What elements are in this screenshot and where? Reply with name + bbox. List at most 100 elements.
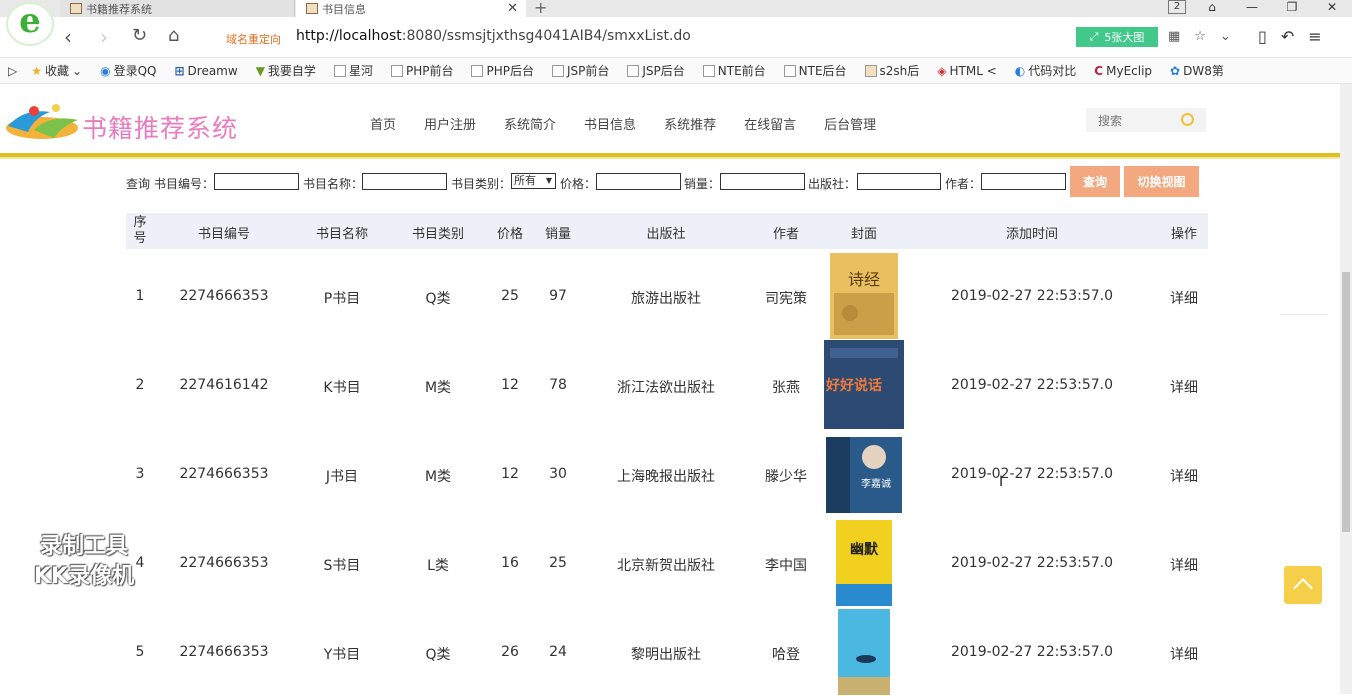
cell-author: 司宪策	[765, 291, 807, 307]
book-no-input[interactable]	[214, 173, 299, 190]
col-header-book-name: 书目名称	[315, 227, 368, 242]
bookmark-item[interactable]: JSP后台	[627, 62, 685, 79]
undo-icon[interactable]: ↶	[1281, 27, 1294, 46]
col-header-publisher: 出版社	[646, 227, 686, 242]
query-prefix-label: 查询	[126, 177, 151, 191]
cell-book-no: 2274666353	[179, 288, 269, 304]
big-images-button[interactable]: ⤢ 5张大图	[1076, 27, 1158, 47]
scrollbar-thumb[interactable]	[1342, 272, 1350, 532]
sidebar-toggle-icon[interactable]: ▷	[8, 64, 17, 78]
bookmark-item[interactable]: C MyEclip	[1094, 64, 1152, 78]
site-header: 书籍推荐系统 首页 用户注册 系统简介 书目信息 系统推荐 在线留言 后台管理 …	[0, 84, 1340, 154]
bookmark-favorites[interactable]: ★ 收藏 ⌄	[31, 62, 82, 79]
search-icon[interactable]	[1181, 113, 1194, 126]
book-name-label: 书目名称：	[303, 177, 364, 191]
close-tab-icon[interactable]: ✕	[507, 1, 518, 16]
cell-type: M类	[424, 469, 452, 485]
nav-recommend[interactable]: 系统推荐	[664, 114, 716, 133]
nav-register[interactable]: 用户注册	[424, 114, 476, 133]
cell-type: M类	[424, 380, 452, 396]
bookmark-item[interactable]: JSP前台	[551, 62, 609, 79]
reader-icon[interactable]: ▯	[1258, 27, 1267, 46]
book-type-select[interactable]: 所有 ▼	[511, 173, 556, 189]
col-header-author: 作者	[772, 227, 799, 242]
price-input[interactable]	[596, 173, 681, 190]
page-icon	[70, 3, 82, 14]
new-tab-icon[interactable]: +	[534, 0, 547, 17]
search-button[interactable]: 查询	[1070, 166, 1120, 197]
author-input[interactable]	[981, 173, 1066, 190]
table-row: 5 2274666353 Y书目 Q类 26 24 黎明出版社 哈登 2019-…	[126, 607, 1208, 696]
back-icon[interactable]: ‹	[64, 25, 72, 49]
bookmark-item[interactable]: PHP后台	[471, 62, 534, 79]
bookmark-item[interactable]: ✿ DW8第	[1170, 62, 1224, 79]
tab-book-recommend[interactable]: 书籍推荐系统	[60, 0, 295, 17]
skin-icon[interactable]: ⌂	[1192, 0, 1232, 14]
star-icon[interactable]: ☆	[1194, 29, 1206, 44]
cell-publisher: 北京新贺出版社	[617, 558, 715, 574]
detail-link[interactable]: 详细	[1164, 644, 1204, 664]
cell-price: 26	[501, 644, 519, 660]
site-title[interactable]: 书籍推荐系统	[82, 109, 238, 145]
star-icon: ★	[31, 63, 42, 78]
book-cover-image[interactable]: 好好说话	[824, 340, 904, 429]
restore-icon[interactable]: ❐	[1272, 0, 1312, 14]
search-input[interactable]: 搜索	[1086, 108, 1206, 132]
chevron-down-icon[interactable]: ⌄	[1220, 29, 1231, 44]
cell-time: 2019-02-27 22:53:57.0	[950, 288, 1114, 304]
detail-link[interactable]: 详细	[1164, 555, 1204, 575]
book-cover-image[interactable]: 幽默	[836, 520, 892, 606]
close-window-icon[interactable]: ✕	[1312, 0, 1352, 14]
bookmark-item[interactable]: s2sh后	[864, 62, 919, 79]
book-cover-image[interactable]	[838, 609, 890, 695]
nav-admin[interactable]: 后台管理	[824, 114, 876, 133]
switch-view-button[interactable]: 切换视图	[1124, 166, 1199, 197]
page-icon	[390, 64, 403, 77]
tab-count-badge[interactable]: 2	[1168, 0, 1186, 14]
back-to-top-button[interactable]	[1284, 566, 1322, 604]
book-name-input[interactable]	[362, 173, 447, 190]
url-field[interactable]: http://localhost:8080/ssmsjtjxthsg4041AI…	[296, 28, 691, 44]
cell-book-no: 2274666353	[179, 555, 269, 571]
bookmark-item[interactable]: ▼ 我要自学	[256, 62, 316, 79]
cell-publisher: 上海晚报出版社	[617, 469, 715, 485]
bookmark-item[interactable]: ◉ 登录QQ	[100, 62, 156, 79]
tab-book-info[interactable]: 书目信息 ✕	[296, 0, 526, 17]
detail-link[interactable]: 详细	[1164, 288, 1204, 308]
svg-text:李嘉诚: 李嘉诚	[861, 477, 891, 490]
sales-input[interactable]	[720, 173, 805, 190]
detail-link[interactable]: 详细	[1164, 466, 1204, 486]
redirect-label[interactable]: 域名重定向	[226, 31, 281, 47]
nav-book-info[interactable]: 书目信息	[584, 114, 636, 133]
bookmark-item[interactable]: PHP前台	[390, 62, 453, 79]
book-cover-image[interactable]: 李嘉诚	[826, 437, 902, 513]
col-header-price: 价格	[496, 227, 523, 242]
cell-time: 2019-02-27 22:53:57.0	[950, 377, 1114, 393]
refresh-icon[interactable]: ↻	[132, 25, 147, 46]
tab-title: 书籍推荐系统	[86, 2, 152, 16]
page-scrollbar[interactable]	[1340, 84, 1352, 694]
detail-link[interactable]: 详细	[1164, 377, 1204, 397]
bookmark-item[interactable]: NTE前台	[702, 62, 766, 79]
grid-icon[interactable]: ▦	[1168, 29, 1180, 44]
cell-time: 2019-02-27 22:53:57.0	[950, 555, 1114, 571]
cell-author: 李中国	[765, 558, 807, 574]
home-icon[interactable]: ⌂	[168, 25, 179, 46]
bookmark-item[interactable]: 星河	[333, 62, 373, 79]
menu-icon[interactable]: ≡	[1308, 27, 1321, 46]
cell-type: Q类	[425, 291, 451, 307]
bookmark-item[interactable]: NTE后台	[783, 62, 847, 79]
book-cover-image[interactable]: 诗经	[830, 253, 898, 339]
bookmark-item[interactable]: ⊞ Dreamw	[174, 64, 237, 78]
nav-about[interactable]: 系统简介	[504, 114, 556, 133]
chevron-down-icon: ⌄	[72, 63, 83, 78]
nav-home[interactable]: 首页	[370, 114, 396, 133]
search-placeholder: 搜索	[1098, 114, 1123, 128]
forward-icon[interactable]: ›	[100, 25, 108, 49]
minimize-icon[interactable]: —	[1232, 0, 1272, 14]
publisher-input[interactable]	[857, 173, 941, 190]
bookmark-item[interactable]: ◐ 代码对比	[1015, 62, 1077, 79]
bookmark-item[interactable]: ◈ HTML <	[937, 64, 997, 78]
nav-messages[interactable]: 在线留言	[744, 114, 796, 133]
cell-type: L类	[427, 558, 449, 574]
